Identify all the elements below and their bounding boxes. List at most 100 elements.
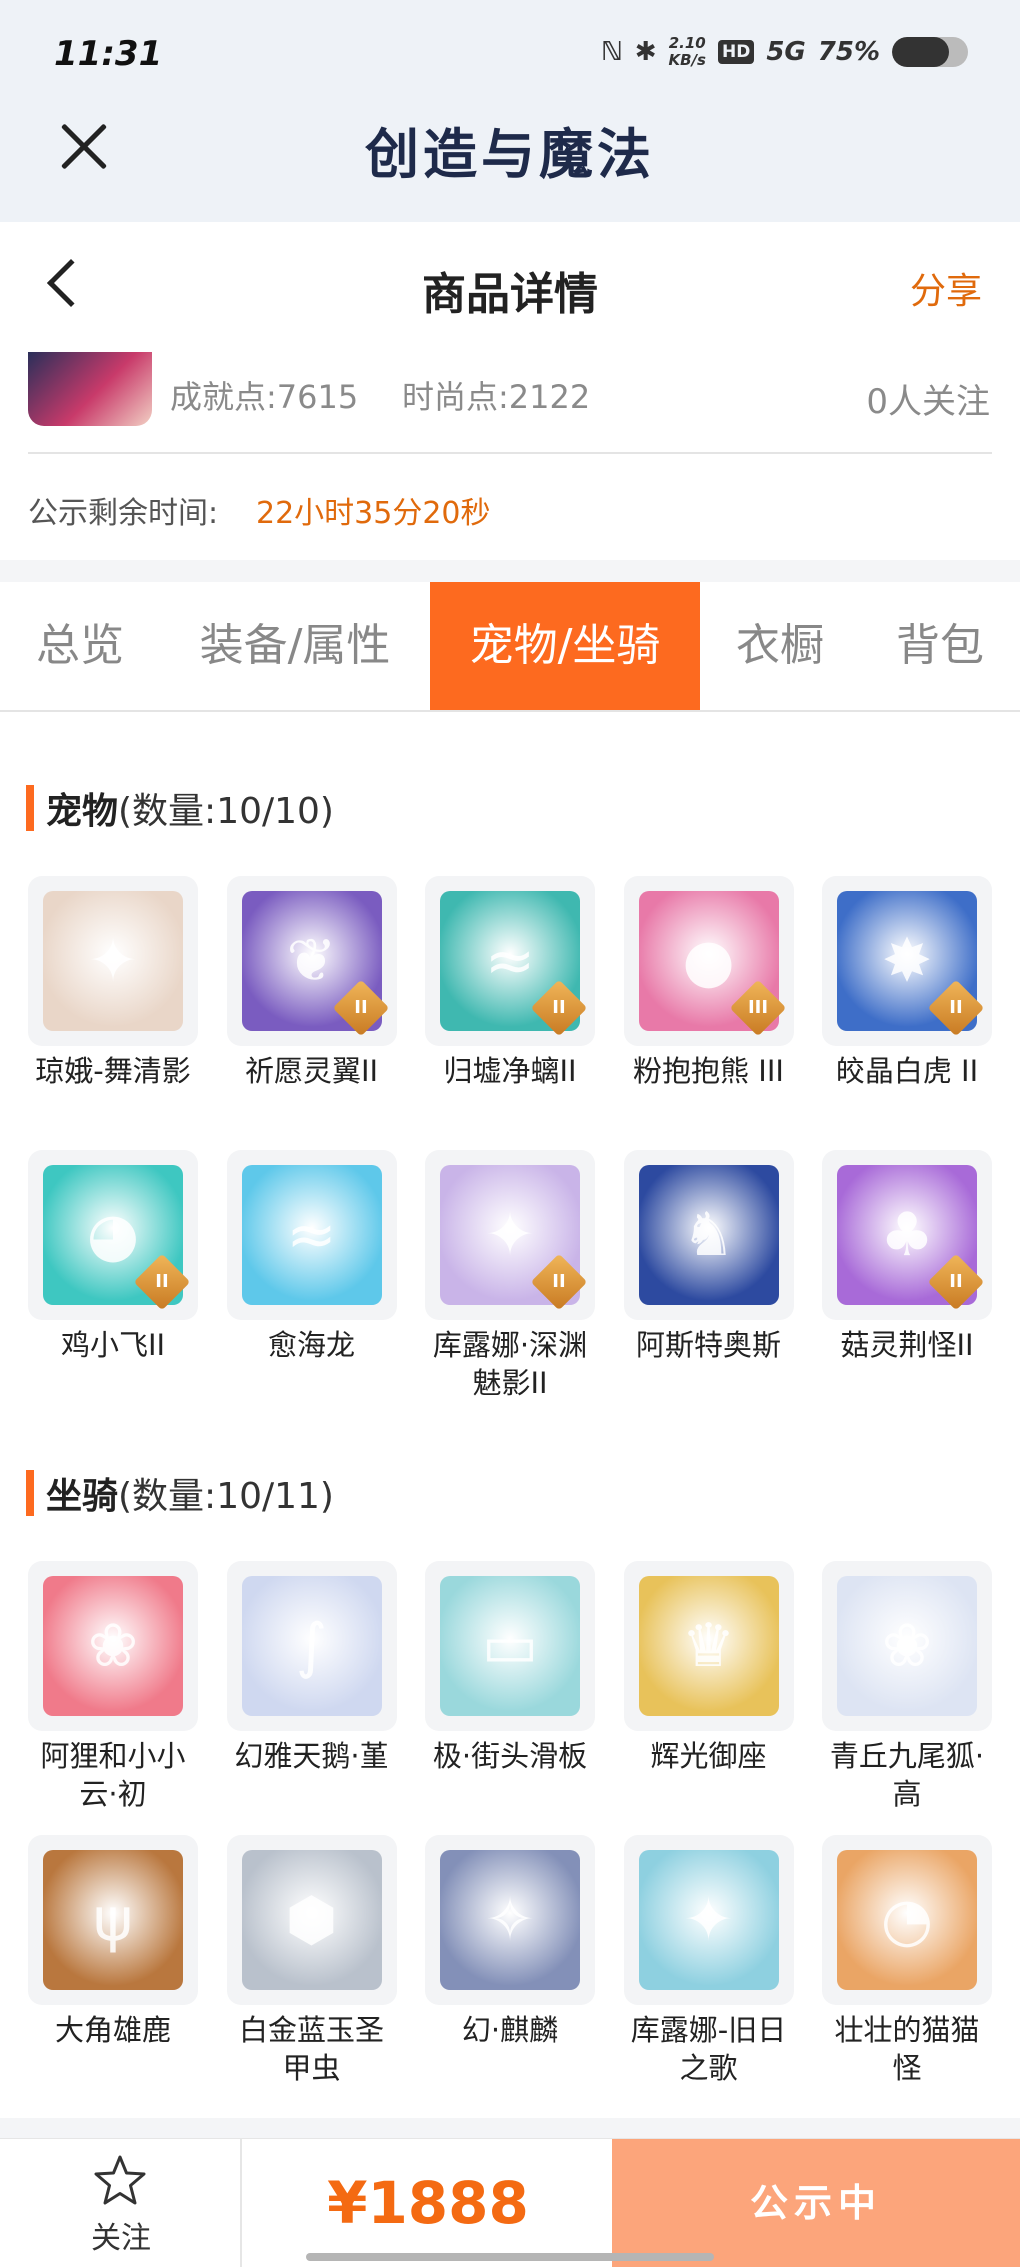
status-bar: 11:31 ℕ ✱ 2.10 KB/s HD 5G 75% xyxy=(0,0,1020,112)
pet-name: 祈愿灵翼II xyxy=(244,1054,379,1088)
mount-item[interactable]: ✦ 库露娜-旧日之歌 xyxy=(623,1835,794,2109)
mount-thumbnail: ∫ xyxy=(226,1561,397,1731)
bluetooth-icon: ✱ xyxy=(634,37,657,67)
pet-item[interactable]: ✦ 琼娥-舞清影 xyxy=(28,876,198,1150)
mount-thumbnail: ♛ xyxy=(623,1561,794,1731)
pet-thumbnail: ♣ II xyxy=(822,1150,992,1320)
pet-thumbnail: ✸ II xyxy=(822,876,992,1046)
pets-section-count: (数量:10/10) xyxy=(118,791,334,832)
cat-icon: ◔ xyxy=(880,1885,934,1955)
battery-percent: 75% xyxy=(817,37,880,67)
mount-item[interactable]: ❀ 青丘九尾狐·高 xyxy=(822,1561,992,1835)
tier-badge-icon: II xyxy=(133,1253,191,1311)
mount-item[interactable]: ✧ 幻·麒麟 xyxy=(425,1835,595,2109)
dragon-icon: ≈ xyxy=(286,1200,337,1270)
mount-item[interactable]: ⬢ 白金蓝玉圣甲虫 xyxy=(226,1835,397,2109)
mount-item[interactable]: ◔ 壮壮的猫猫怪 xyxy=(822,1835,992,2109)
mount-name: 阿狸和小小云·初 xyxy=(40,1739,186,1811)
fox-icon: ❀ xyxy=(87,1611,139,1681)
section-marker xyxy=(26,1470,34,1516)
tier-badge-icon: II xyxy=(927,979,985,1037)
mount-item[interactable]: ❀ 阿狸和小小云·初 xyxy=(28,1561,198,1835)
follow-button[interactable]: 关注 xyxy=(0,2139,242,2267)
pet-thumbnail: ♞ xyxy=(623,1150,794,1320)
home-indicator xyxy=(306,2253,714,2261)
network-speed: 2.10 KB/s xyxy=(668,34,706,69)
swan-icon: ∫ xyxy=(295,1611,328,1681)
status-time: 11:31 xyxy=(54,34,163,74)
tab-backpack[interactable]: 背包 xyxy=(860,582,1020,710)
divider xyxy=(28,452,992,454)
tab-equipment[interactable]: 装备/属性 xyxy=(170,582,420,710)
pet-item[interactable]: ♞ 阿斯特奥斯 xyxy=(623,1150,794,1424)
mounts-section-header: 坐骑 (数量:10/11) xyxy=(26,1468,334,1518)
seller-info: 成就点:7615 时尚点:2122 0人关注 公示剩余时间: 22小时35分20… xyxy=(0,352,1020,560)
pet-icon: ✦ xyxy=(87,926,139,996)
achievement-points: 成就点:7615 xyxy=(170,378,359,416)
pet-name: 皎晶白虎 II xyxy=(835,1054,979,1088)
app-top-area: 11:31 ℕ ✱ 2.10 KB/s HD 5G 75% 创造与魔法 xyxy=(0,0,1020,222)
pets-grid: ✦ 琼娥-舞清影 ❦ II 祈愿灵翼II ≈ II 归墟净螭II ● III 粉抱抱熊 III ✸ II… xyxy=(28,876,992,1424)
bottom-action-bar: 关注 ¥1888 公示中 xyxy=(0,2138,1020,2267)
mount-thumbnail: ▭ xyxy=(425,1561,595,1731)
price: ¥1888 xyxy=(327,2169,529,2237)
signal-icon: 5G xyxy=(766,37,806,67)
pets-section-header: 宠物 (数量:10/10) xyxy=(26,783,334,833)
pet-item[interactable]: ✸ II 皎晶白虎 II xyxy=(822,876,992,1150)
battery-fill xyxy=(892,37,949,67)
pet-thumbnail: ◕ II xyxy=(28,1150,198,1320)
share-button[interactable]: 分享 xyxy=(910,262,982,314)
mount-thumbnail: ❀ xyxy=(822,1561,992,1731)
tier-label: II xyxy=(552,997,566,1018)
star-icon xyxy=(94,2155,146,2205)
detail-tabs: 总览 装备/属性 宠物/坐骑 衣橱 背包 xyxy=(0,582,1020,712)
tier-label: II xyxy=(552,1271,566,1292)
pets-section-title: 宠物 xyxy=(46,791,119,832)
pet-name: 琼娥-舞清影 xyxy=(35,1054,191,1088)
page-title: 商品详情 xyxy=(422,269,598,320)
mount-name: 极·街头滑板 xyxy=(432,1739,588,1773)
hd-badge: HD xyxy=(717,40,755,64)
public-notice-button[interactable]: 公示中 xyxy=(612,2139,1020,2267)
pet-icon: ✦ xyxy=(683,1885,734,1955)
battery-icon xyxy=(892,37,968,67)
knight-icon: ♞ xyxy=(681,1200,736,1270)
pet-item[interactable]: ◕ II 鸡小飞II xyxy=(28,1150,198,1424)
mounts-section-count: (数量:10/11) xyxy=(118,1476,334,1517)
section-gap xyxy=(0,560,1020,582)
pet-item[interactable]: ♣ II 菇灵荆怪II xyxy=(822,1150,992,1424)
mount-thumbnail: ψ xyxy=(28,1835,198,2005)
section-marker xyxy=(26,785,34,831)
mount-item[interactable]: ψ 大角雄鹿 xyxy=(28,1835,198,2109)
mount-item[interactable]: ♛ 辉光御座 xyxy=(623,1561,794,1835)
pet-item[interactable]: ✦ II 库露娜·深渊魅影II xyxy=(425,1150,595,1424)
notice-time-remaining: 22小时35分20秒 xyxy=(256,496,491,531)
mount-thumbnail: ⬢ xyxy=(226,1835,397,2005)
tab-pets-mounts[interactable]: 宠物/坐骑 xyxy=(430,582,700,710)
tier-badge-icon: II xyxy=(927,1253,985,1311)
mount-item[interactable]: ▭ 极·街头滑板 xyxy=(425,1561,595,1835)
mount-thumbnail: ◔ xyxy=(822,1835,992,2005)
pet-name: 库露娜·深渊魅影II xyxy=(432,1328,588,1400)
pet-thumbnail: ● III xyxy=(623,876,794,1046)
pet-thumbnail: ❦ II xyxy=(226,876,397,1046)
beetle-icon: ⬢ xyxy=(285,1885,338,1955)
mount-name: 辉光御座 xyxy=(650,1739,767,1773)
pet-item[interactable]: ≈ II 归墟净螭II xyxy=(425,876,595,1150)
mount-name: 幻·麒麟 xyxy=(461,2013,559,2047)
pet-item[interactable]: ≈ 愈海龙 xyxy=(226,1150,397,1424)
pet-item[interactable]: ● III 粉抱抱熊 III xyxy=(623,876,794,1150)
tier-label: II xyxy=(353,997,368,1018)
tab-wardrobe[interactable]: 衣橱 xyxy=(710,582,850,710)
nfc-icon: ℕ xyxy=(600,37,623,67)
tier-badge-icon: II xyxy=(530,979,588,1037)
tab-overview[interactable]: 总览 xyxy=(0,582,160,710)
avatar xyxy=(28,352,152,426)
mount-item[interactable]: ∫ 幻雅天鹅·堇 xyxy=(226,1561,397,1835)
pet-item[interactable]: ❦ II 祈愿灵翼II xyxy=(226,876,397,1150)
pet-thumbnail: ≈ xyxy=(226,1150,397,1320)
pet-name: 菇灵荆怪II xyxy=(840,1328,974,1362)
tier-label: II xyxy=(949,1271,963,1292)
footer-gap xyxy=(0,2118,1020,2138)
mounts-grid: ❀ 阿狸和小小云·初 ∫ 幻雅天鹅·堇 ▭ 极·街头滑板 ♛ 辉光御座 ❀ 青丘九尾狐·高 ψ 大角雄… xyxy=(28,1561,992,2109)
